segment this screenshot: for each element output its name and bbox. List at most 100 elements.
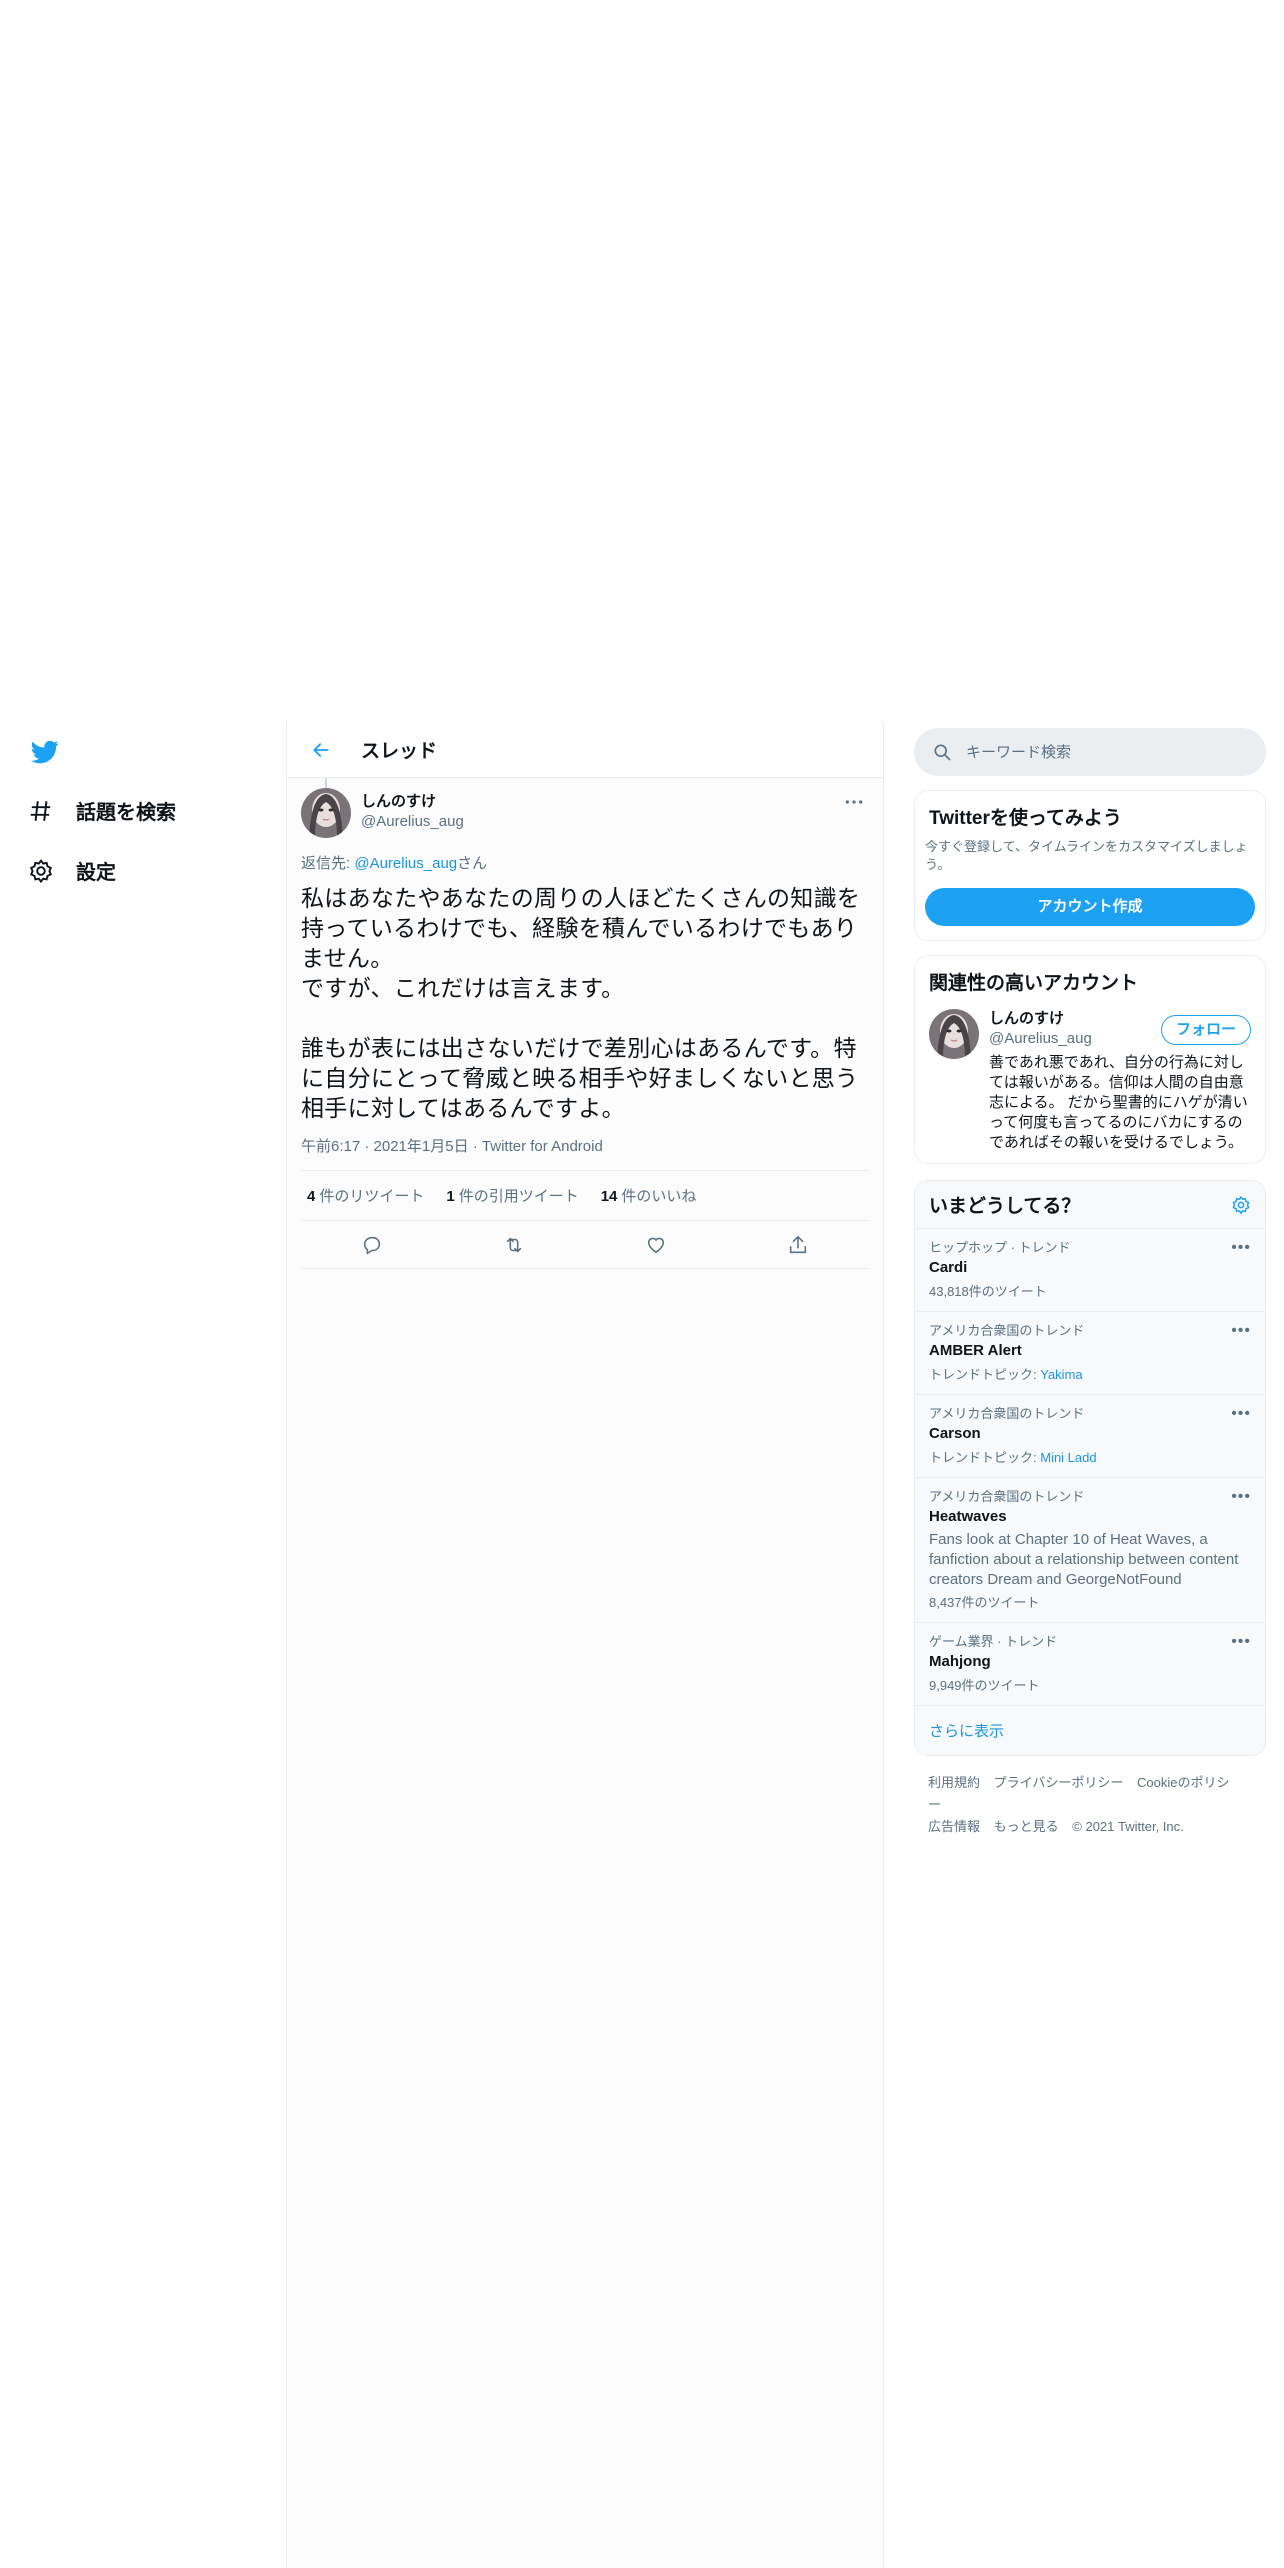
trend-category: アメリカ合衆国のトレンド: [929, 1489, 1085, 1504]
back-button[interactable]: [301, 730, 341, 770]
arrow-left-icon: [313, 742, 329, 757]
share-button[interactable]: [778, 1225, 818, 1265]
related-names: しんのすけ @Aurelius_aug: [989, 1009, 1092, 1049]
trend-count: 43,818件のツイート: [929, 1284, 1047, 1299]
trend-count: 8,437件のツイート: [929, 1595, 1040, 1610]
tweet-text: 私はあなたやあなたの周りの人ほどたくさんの知識を持っているわけでも、経験を積んで…: [301, 885, 861, 1121]
footer-more-link[interactable]: もっと見る: [994, 1819, 1059, 1834]
search-input[interactable]: [966, 743, 1246, 761]
trend-topic-link[interactable]: Yakima: [1040, 1367, 1082, 1382]
quotes-stat[interactable]: 1 件の引用ツイート: [446, 1185, 578, 1206]
trend-item[interactable]: ゲーム業界 · トレンド Mahjong 9,949件のツイート •••: [915, 1623, 1265, 1706]
nav-explore-label: 話題を検索: [76, 802, 176, 824]
trend-item[interactable]: アメリカ合衆国のトレンド Carson トレンドトピック: Mini Ladd …: [915, 1395, 1265, 1478]
gear-icon: [30, 858, 52, 883]
reply-suffix: さん: [457, 855, 488, 872]
share-icon: [789, 1235, 807, 1253]
hashtag-icon: [30, 800, 51, 821]
tweet-meta[interactable]: 午前6:17 · 2021年1月5日 · Twitter for Android: [301, 1135, 869, 1171]
trends-title: いまどうしてる？: [929, 1196, 1081, 1217]
reply-mention-link[interactable]: @Aurelius_aug: [354, 855, 457, 872]
likes-label: 件のいいね: [621, 1188, 697, 1205]
search-icon: [934, 744, 951, 761]
nav-settings[interactable]: 設定: [28, 856, 116, 885]
trend-category: アメリカ合衆国のトレンド: [929, 1406, 1085, 1421]
heart-icon: [647, 1237, 665, 1253]
likes-stat[interactable]: 14 件のいいね: [601, 1185, 697, 1206]
avatar[interactable]: [301, 788, 351, 838]
retweet-icon: [506, 1237, 522, 1252]
twitter-logo-icon[interactable]: [28, 738, 62, 766]
footer-terms-link[interactable]: 利用規約: [928, 1775, 980, 1790]
related-account[interactable]: しんのすけ @Aurelius_aug フォロー 善であれ悪であれ、自分の行為に…: [915, 1003, 1265, 1163]
tweet: しんのすけ @Aurelius_aug 返信先: @Aurelius_augさん…: [287, 778, 883, 1269]
footer-ads-link[interactable]: 広告情報: [928, 1819, 980, 1834]
trend-item[interactable]: ヒップホップ · トレンド Cardi 43,818件のツイート •••: [915, 1229, 1265, 1312]
reply-button[interactable]: [352, 1225, 392, 1265]
footer-privacy-link[interactable]: プライバシーポリシー: [994, 1775, 1124, 1790]
related-display-name[interactable]: しんのすけ: [989, 1009, 1092, 1029]
trend-more-button[interactable]: •••: [1231, 1488, 1251, 1506]
reply-to: 返信先: @Aurelius_augさん: [301, 852, 869, 873]
signup-card: Twitterを使ってみよう 今すぐ登録して、タイムラインをカスタマイズしましょ…: [914, 790, 1266, 941]
tweet-stats: 4 件のリツイート 1 件の引用ツイート 14 件のいいね: [301, 1171, 869, 1221]
nav-settings-label: 設定: [76, 862, 116, 884]
trends-header: いまどうしてる？: [915, 1181, 1265, 1229]
show-more-link[interactable]: さらに表示: [915, 1706, 1265, 1755]
trend-more-button[interactable]: •••: [1231, 1633, 1251, 1651]
settings-gear-icon[interactable]: [1231, 1195, 1251, 1215]
trend-item[interactable]: アメリカ合衆国のトレンド AMBER Alert トレンドトピック: Yakim…: [915, 1312, 1265, 1395]
trend-topic-label: トレンドトピック:: [929, 1367, 1041, 1382]
trend-more-button[interactable]: •••: [1231, 1239, 1251, 1257]
reply-icon: [363, 1236, 381, 1255]
quotes-count: 1: [446, 1188, 455, 1205]
trend-name: AMBER Alert: [929, 1342, 1022, 1359]
reply-prefix: 返信先:: [301, 855, 355, 872]
display-name[interactable]: しんのすけ: [361, 792, 464, 812]
create-account-button[interactable]: アカウント作成: [925, 888, 1255, 926]
trend-item[interactable]: アメリカ合衆国のトレンド Heatwaves Fans look at Chap…: [915, 1478, 1265, 1623]
author-names: しんのすけ @Aurelius_aug: [361, 792, 464, 832]
thread-header: スレッド: [287, 722, 883, 778]
avatar[interactable]: [929, 1009, 979, 1059]
likes-count: 14: [600, 1188, 618, 1205]
search-box[interactable]: [914, 728, 1266, 776]
handle[interactable]: @Aurelius_aug: [361, 812, 464, 832]
retweets-label: 件のリツイート: [319, 1188, 425, 1205]
follow-button[interactable]: フォロー: [1160, 1015, 1251, 1045]
trend-topic: トレンドトピック: Mini Ladd: [929, 1449, 1251, 1467]
footer: 利用規約 プライバシーポリシー Cookieのポリシー 広告情報 もっと見る ©…: [914, 1756, 1266, 1854]
trend-topic: トレンドトピック: Yakima: [929, 1366, 1251, 1384]
trend-category: ゲーム業界 · トレンド: [929, 1634, 1058, 1649]
trends-card: いまどうしてる？ ヒップホップ · トレンド Cardi 43,818件のツイー…: [914, 1180, 1266, 1756]
retweet-button[interactable]: [494, 1225, 534, 1265]
main-column: スレッド しんのすけ @Aurelius_aug 返信先: @Aurelius_…: [286, 722, 884, 2568]
thread-connector: [325, 778, 327, 788]
related-account-body: しんのすけ @Aurelius_aug フォロー 善であれ悪であれ、自分の行為に…: [989, 1009, 1251, 1153]
trend-count: 9,949件のツイート: [929, 1678, 1040, 1693]
retweets-count: 4: [307, 1188, 316, 1205]
retweets-stat[interactable]: 4 件のリツイート: [307, 1185, 424, 1206]
trend-category: アメリカ合衆国のトレンド: [929, 1323, 1085, 1338]
trend-name: Mahjong: [929, 1653, 991, 1670]
signup-title: Twitterを使ってみよう: [929, 808, 1122, 829]
trend-category: ヒップホップ · トレンド: [929, 1240, 1071, 1255]
related-bio: 善であれ悪であれ、自分の行為に対しては報いがある。信仰は人間の自由意志による。 …: [989, 1054, 1248, 1151]
signup-subtitle: 今すぐ登録して、タイムラインをカスタマイズしましょう。: [925, 839, 1248, 872]
trend-topic-link[interactable]: Mini Ladd: [1040, 1450, 1096, 1465]
footer-copyright: © 2021 Twitter, Inc.: [1072, 1819, 1184, 1834]
related-handle[interactable]: @Aurelius_aug: [989, 1029, 1092, 1049]
trend-name: Carson: [929, 1425, 981, 1442]
like-button[interactable]: [636, 1225, 676, 1265]
tweet-header: しんのすけ @Aurelius_aug: [301, 788, 869, 838]
trend-more-button[interactable]: •••: [1231, 1322, 1251, 1340]
quotes-label: 件の引用ツイート: [458, 1188, 579, 1205]
more-options-button[interactable]: [839, 790, 869, 814]
page-title: スレッド: [361, 741, 438, 762]
trend-more-button[interactable]: •••: [1231, 1405, 1251, 1423]
nav-explore[interactable]: 話題を検索: [28, 796, 176, 825]
trend-name: Cardi: [929, 1259, 968, 1276]
related-title: 関連性の高いアカウント: [929, 973, 1139, 994]
right-sidebar: Twitterを使ってみよう 今すぐ登録して、タイムラインをカスタマイズしましょ…: [914, 722, 1266, 1854]
related-account-top: しんのすけ @Aurelius_aug フォロー: [989, 1009, 1251, 1049]
